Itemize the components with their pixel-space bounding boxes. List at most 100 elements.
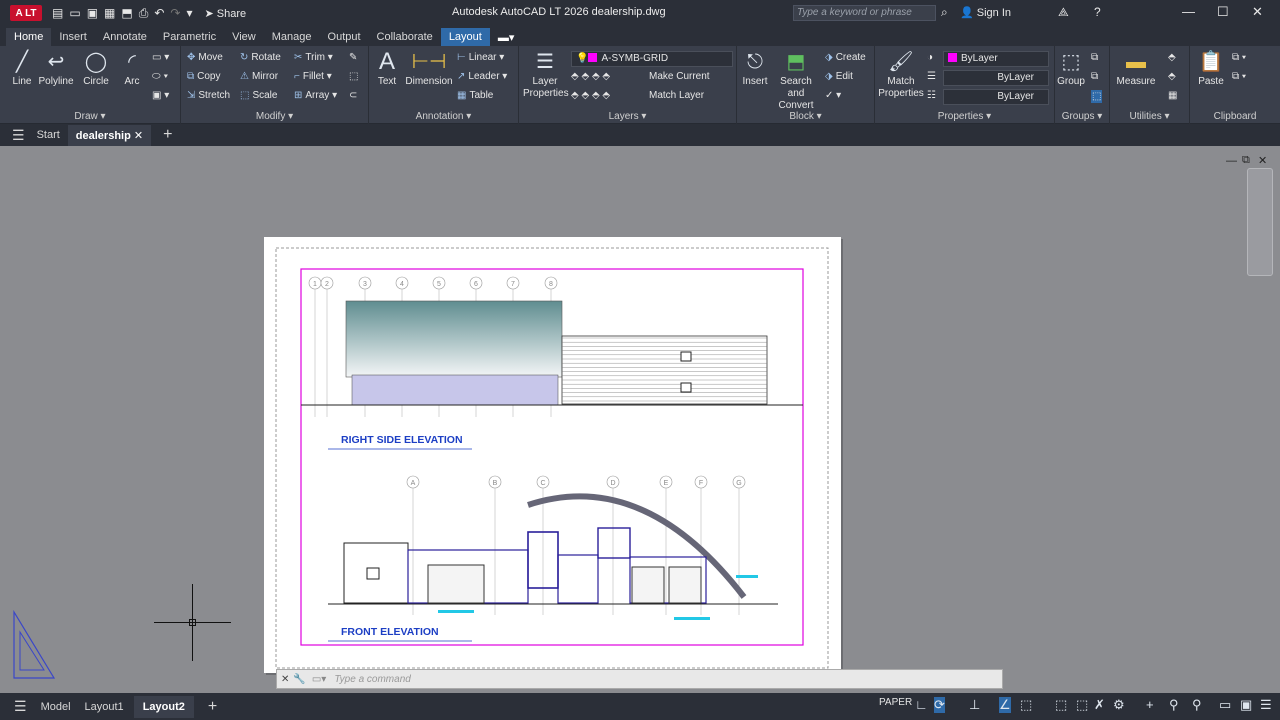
save-icon[interactable]: ▣ — [87, 6, 98, 20]
isodraft-icon[interactable]: ⬚ — [1020, 697, 1032, 713]
text-button[interactable]: A Text — [373, 50, 401, 88]
command-input[interactable]: Type a command — [334, 674, 411, 685]
ungroup-icon[interactable]: ⧉ — [1091, 52, 1098, 63]
new-file-icon[interactable]: ▤ — [52, 6, 63, 20]
dynamic-input-icon[interactable]: ⟳ — [934, 697, 945, 713]
polar-icon[interactable]: ∠ — [999, 697, 1011, 713]
redo-icon[interactable]: ↷ — [170, 6, 180, 20]
group-button[interactable]: ⬚ Group — [1055, 50, 1087, 88]
trim-button[interactable]: ✂ Trim ▾ — [294, 52, 333, 63]
paper-space-toggle[interactable]: PAPER — [879, 697, 912, 708]
sign-in-button[interactable]: 👤 Sign In — [960, 6, 1011, 19]
tab-start[interactable]: Start — [37, 129, 60, 141]
quick-select-icon[interactable]: ⬘ — [1168, 52, 1176, 63]
minimize-icon[interactable]: — — [1182, 4, 1195, 19]
tab-output[interactable]: Output — [320, 28, 369, 46]
share-button[interactable]: ➤ Share — [204, 7, 246, 20]
tab-parametric[interactable]: Parametric — [155, 28, 224, 46]
tab-dealership[interactable]: dealership ✕ — [67, 124, 152, 146]
arc-button[interactable]: ◜ Arc — [118, 50, 146, 88]
calculator-icon[interactable]: ▦ — [1168, 90, 1177, 101]
stretch-button[interactable]: ⇲ Stretch — [187, 90, 230, 101]
add-layout-icon[interactable]: + — [208, 698, 217, 716]
fillet-button[interactable]: ⌐ Fillet ▾ — [294, 71, 332, 82]
groups-panel-title[interactable]: Groups ▾ — [1055, 111, 1109, 122]
hardware-acceleration-icon[interactable]: ▭ — [1219, 697, 1231, 713]
customization-icon[interactable]: ☰ — [1260, 697, 1272, 713]
workspace-gear-icon[interactable]: ⚙ — [1113, 697, 1125, 713]
circle-button[interactable]: ◯ Circle — [80, 50, 112, 88]
offset-icon[interactable]: ⊂ — [349, 90, 357, 101]
quick-properties-icon[interactable]: ⚲ — [1192, 697, 1202, 713]
paste-button[interactable]: 📋 Paste — [1194, 50, 1228, 88]
dimension-button[interactable]: ⊢⊣ Dimension — [405, 50, 453, 88]
line-button[interactable]: ╱ Line — [8, 50, 36, 88]
linetype-dropdown[interactable]: ByLayer — [943, 70, 1049, 86]
tab-manage[interactable]: Manage — [264, 28, 320, 46]
command-line[interactable]: ✕ 🔧 ▭▾ Type a command — [276, 669, 1003, 689]
layers-panel-title[interactable]: Layers ▾ — [519, 111, 736, 122]
ribbon-minimize-icon[interactable]: ▬▾ — [490, 28, 515, 46]
tab-annotate[interactable]: Annotate — [95, 28, 155, 46]
annotation-monitor-icon[interactable]: + — [1146, 697, 1154, 712]
save-as-icon[interactable]: ▦ — [104, 6, 115, 20]
tab-layout1[interactable]: Layout1 — [85, 701, 124, 713]
polyline-button[interactable]: ↩ Polyline — [37, 50, 75, 88]
layer-properties-button[interactable]: ☰ Layer Properties — [523, 50, 569, 100]
viewport-restore-icon[interactable]: ⧉ — [1242, 154, 1250, 167]
properties-panel-title[interactable]: Properties ▾ — [875, 111, 1054, 122]
snap-mode-icon[interactable]: ∟ — [915, 697, 928, 712]
open-file-icon[interactable]: ▭ — [69, 6, 80, 20]
copy-button[interactable]: ⧉ Copy — [187, 71, 221, 82]
autodesk-app-icon[interactable]: ⟁ — [1058, 5, 1069, 20]
modify-panel-title[interactable]: Modify ▾ — [181, 111, 368, 122]
cut-icon[interactable]: ⧉ ▾ — [1232, 52, 1246, 63]
ortho-icon[interactable]: ⊥ — [969, 697, 980, 713]
app-menu-button[interactable]: A LT — [10, 5, 42, 21]
insert-button[interactable]: ⎋ Insert — [739, 50, 771, 88]
viewport-close-icon[interactable]: ✕ — [1258, 154, 1267, 167]
lineweight-dropdown[interactable]: ByLayer — [943, 89, 1049, 105]
annotation-panel-title[interactable]: Annotation ▾ — [369, 111, 518, 122]
edit-block-button[interactable]: ⬗ Edit — [825, 71, 853, 82]
linear-button[interactable]: ⊢ Linear ▾ — [457, 52, 504, 63]
rectangle-icon[interactable]: ▭ ▾ — [152, 52, 169, 63]
create-block-button[interactable]: ⬗ Create — [825, 52, 866, 63]
new-tab-icon[interactable]: + — [163, 126, 172, 144]
navigation-bar[interactable] — [1247, 168, 1273, 276]
units-icon[interactable]: ⚲ — [1169, 697, 1179, 713]
search-convert-button[interactable]: ⬒ Search and Convert — [771, 50, 821, 112]
match-properties-button[interactable]: 🖌 Match Properties — [877, 50, 925, 100]
file-menu-icon[interactable]: ☰ — [12, 127, 25, 144]
qat-dropdown-icon[interactable]: ▾ — [186, 6, 192, 20]
web-mobile-icon[interactable]: ⬒ — [121, 6, 132, 20]
rotate-button[interactable]: ↻ Rotate — [240, 52, 281, 63]
drawing-canvas[interactable]: — ⧉ ✕ 1 2 3 4 5 6 7 8 RIGHT SIDE ELEVATION A B C — [0, 146, 1280, 693]
command-close-icon[interactable]: ✕ — [281, 674, 289, 685]
clean-screen-icon[interactable]: ▣ — [1240, 697, 1252, 713]
erase-icon[interactable]: ✎ — [349, 52, 357, 63]
layout-menu-icon[interactable]: ☰ — [14, 698, 27, 715]
array-button[interactable]: ⊞ Array ▾ — [294, 90, 337, 101]
attribute-icon[interactable]: ✓ ▾ — [825, 90, 841, 101]
tab-view[interactable]: View — [224, 28, 264, 46]
tab-insert[interactable]: Insert — [51, 28, 95, 46]
layer-tools-row2-icon[interactable]: ⬘ ⬘ ⬘ ⬘ — [571, 90, 610, 101]
command-settings-icon[interactable]: 🔧 — [293, 674, 305, 685]
draw-panel-title[interactable]: Draw ▾ — [0, 111, 180, 122]
close-tab-icon[interactable]: ✕ — [134, 130, 143, 142]
select-all-icon[interactable]: ⬘ — [1168, 71, 1176, 82]
group-edit-icon[interactable]: ⧉ — [1091, 71, 1098, 82]
scale-button[interactable]: ⬚ Scale — [240, 90, 277, 101]
plot-icon[interactable]: ⎙ — [139, 6, 149, 21]
close-icon[interactable]: ✕ — [1252, 4, 1263, 20]
measure-button[interactable]: ▬ Measure — [1116, 50, 1156, 88]
explode-icon[interactable]: ⬚ — [349, 71, 358, 82]
tab-layout[interactable]: Layout — [440, 28, 490, 46]
layer-tools-row1-icon[interactable]: ⬘ ⬘ ⬘ ⬘ — [571, 71, 610, 82]
utilities-panel-title[interactable]: Utilities ▾ — [1110, 111, 1189, 122]
layer-dropdown[interactable]: 💡 A-SYMB-GRID — [571, 51, 733, 67]
annotation-scale-icon[interactable]: ⬚ — [1055, 697, 1067, 713]
move-button[interactable]: ✥ Move — [187, 52, 223, 63]
color-dropdown[interactable]: ByLayer — [943, 51, 1049, 67]
